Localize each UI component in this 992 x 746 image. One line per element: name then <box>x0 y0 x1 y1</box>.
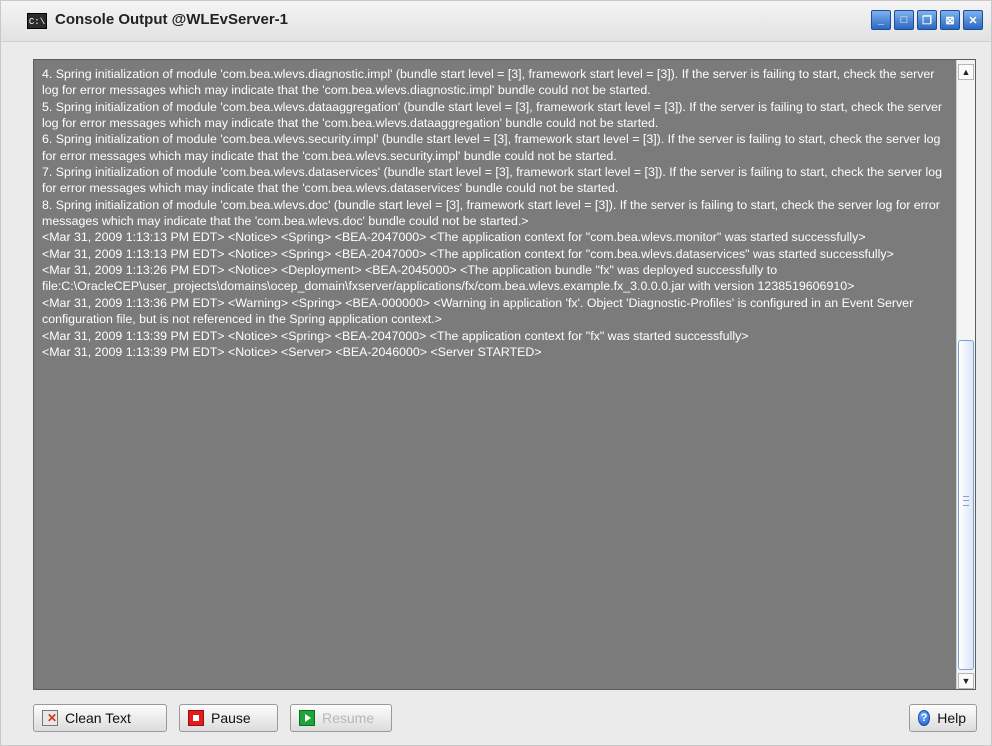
clean-text-button[interactable]: Clean Text <box>33 704 167 732</box>
vertical-scrollbar[interactable]: ▲ ▼ <box>956 60 975 689</box>
close-icon: ✕ <box>968 14 978 27</box>
console-output-window: C:\ Console Output @WLEvServer-1 _ □ ❐ ⊠… <box>0 0 992 746</box>
minimize-button[interactable]: _ <box>871 10 891 30</box>
arrow-down-icon: ▼ <box>961 676 971 686</box>
maximize-button[interactable]: □ <box>894 10 914 30</box>
minimize-icon: _ <box>877 14 885 26</box>
detach-button[interactable]: ⊠ <box>940 10 960 30</box>
grip-icon <box>963 496 969 506</box>
console-icon: C:\ <box>27 13 47 29</box>
console-text[interactable]: 4. Spring initialization of module 'com.… <box>42 66 954 360</box>
restore-icon: ❐ <box>922 14 932 27</box>
resume-icon <box>299 710 315 726</box>
help-label: Help <box>937 710 966 726</box>
console-line: <Mar 31, 2009 1:13:13 PM EDT> <Notice> <… <box>42 246 894 261</box>
console-line: 4. Spring initialization of module 'com.… <box>42 67 935 98</box>
console-line: <Mar 31, 2009 1:13:39 PM EDT> <Notice> <… <box>42 344 542 359</box>
maximize-icon: □ <box>900 14 908 26</box>
pause-label: Pause <box>211 710 251 726</box>
console-line: <Mar 31, 2009 1:13:36 PM EDT> <Warning> … <box>42 295 914 327</box>
help-button[interactable]: ? Help <box>909 704 977 732</box>
console-line: 8. Spring initialization of module 'com.… <box>42 197 940 229</box>
console-line: 6. Spring initialization of module 'com.… <box>42 132 941 163</box>
detach-icon: ⊠ <box>945 14 955 27</box>
scrollbar-thumb[interactable] <box>958 340 974 670</box>
resume-button[interactable]: Resume <box>290 704 392 732</box>
window-controls: _ □ ❐ ⊠ ✕ <box>871 10 983 30</box>
pause-icon <box>188 710 204 726</box>
title-bar[interactable]: C:\ Console Output @WLEvServer-1 _ □ ❐ ⊠… <box>1 1 991 42</box>
console-line: 7. Spring initialization of module 'com.… <box>42 165 943 196</box>
console-line: <Mar 31, 2009 1:13:26 PM EDT> <Notice> <… <box>42 263 855 294</box>
console-line: 5. Spring initialization of module 'com.… <box>42 99 943 131</box>
console-line: <Mar 31, 2009 1:13:39 PM EDT> <Notice> <… <box>42 328 749 343</box>
clean-text-label: Clean Text <box>65 710 131 726</box>
clean-text-icon <box>42 710 58 726</box>
pause-button[interactable]: Pause <box>179 704 278 732</box>
arrow-up-icon: ▲ <box>961 67 971 77</box>
resume-label: Resume <box>322 710 375 726</box>
restore-button[interactable]: ❐ <box>917 10 937 30</box>
scroll-up-button[interactable]: ▲ <box>958 64 974 80</box>
help-icon: ? <box>918 710 931 726</box>
close-button[interactable]: ✕ <box>963 10 983 30</box>
scroll-down-button[interactable]: ▼ <box>958 673 974 689</box>
console-output-area[interactable]: 4. Spring initialization of module 'com.… <box>33 59 976 690</box>
console-line: <Mar 31, 2009 1:13:13 PM EDT> <Notice> <… <box>42 230 866 245</box>
window-title: Console Output @WLEvServer-1 <box>55 11 288 28</box>
